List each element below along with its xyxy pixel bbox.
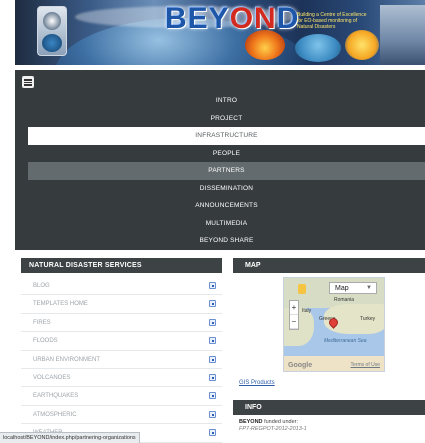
list-item-label: TEMPLATES HOME xyxy=(33,301,88,308)
expand-icon[interactable] xyxy=(209,410,216,418)
header-banner: BEYOND Building a Centre of Excellence f… xyxy=(15,0,425,65)
map-type-select[interactable]: Map ▼ xyxy=(329,282,377,294)
hamburger-menu-icon[interactable] xyxy=(22,76,34,88)
map-heading: MAP xyxy=(233,258,425,273)
logo[interactable] xyxy=(37,6,67,56)
expand-icon[interactable] xyxy=(209,429,216,437)
map-info-panel: MAP Map ▼ + − Romania Turkey Greece Italy… xyxy=(230,255,425,443)
nav-item-multimedia[interactable]: MULTIMEDIA xyxy=(28,215,425,233)
list-item[interactable]: TEMPLATES HOME xyxy=(21,295,222,314)
site-subtitle: Building a Centre of Excellence for EO-b… xyxy=(297,12,367,30)
services-panel: NATURAL DISASTER SERVICES BLOG TEMPLATES… xyxy=(15,255,222,443)
site-title[interactable]: BEYOND xyxy=(165,2,299,36)
list-item-label: ATMOSPHERIC xyxy=(33,411,77,418)
expand-icon[interactable] xyxy=(209,300,216,308)
map-label: Romania xyxy=(334,297,355,303)
terms-of-use-link[interactable]: Terms of Use xyxy=(351,362,380,368)
pegman-icon[interactable] xyxy=(298,284,306,294)
expand-icon[interactable] xyxy=(209,355,216,363)
gis-products-link[interactable]: GIS Products xyxy=(239,380,275,386)
map-widget[interactable]: Map ▼ + − Romania Turkey Greece Italy Med… xyxy=(283,277,385,372)
expand-icon[interactable] xyxy=(209,282,216,289)
expand-icon[interactable] xyxy=(209,318,216,326)
expand-icon[interactable] xyxy=(209,337,216,345)
list-item-label: EARTHQUAKES xyxy=(33,393,79,400)
globe-emblem-icon xyxy=(42,34,62,52)
services-list: BLOG TEMPLATES HOME FIRES FLOODS URBAN E… xyxy=(21,277,222,443)
nav-item-people[interactable]: PEOPLE xyxy=(28,145,425,163)
list-item-label: FIRES xyxy=(33,319,51,326)
zoom-in-button[interactable]: + xyxy=(290,301,298,315)
list-item[interactable]: URBAN ENVIRONMENT xyxy=(21,351,222,369)
expand-icon[interactable] xyxy=(209,392,216,400)
nav-item-dissemination[interactable]: DISSEMINATION xyxy=(28,180,425,198)
list-item-label: FLOODS xyxy=(33,338,58,345)
info-heading: INFO xyxy=(233,400,425,415)
institute-emblem-icon xyxy=(43,12,61,30)
list-item[interactable]: EARTHQUAKES xyxy=(21,387,222,406)
services-heading: NATURAL DISASTER SERVICES xyxy=(21,258,222,273)
storm-graphic xyxy=(380,5,425,65)
list-item[interactable]: FLOODS xyxy=(21,332,222,351)
nav-item-infrastructure[interactable]: INFRASTRUCTURE xyxy=(28,127,425,145)
main-navigation: INTRO PROJECT INFRASTRUCTURE PEOPLE PART… xyxy=(15,70,425,250)
map-label: Italy xyxy=(302,308,312,314)
list-item[interactable]: VOLCANOES xyxy=(21,369,222,388)
nav-item-project[interactable]: PROJECT xyxy=(28,110,425,128)
nav-item-announcements[interactable]: ANNOUNCEMENTS xyxy=(28,197,425,215)
nav-list: INTRO PROJECT INFRASTRUCTURE PEOPLE PART… xyxy=(28,92,425,250)
sun-icon xyxy=(345,30,379,60)
list-item-label: BLOG xyxy=(33,283,50,289)
zoom-out-button[interactable]: − xyxy=(290,315,298,329)
list-item[interactable]: BLOG xyxy=(21,277,222,296)
nav-item-partners[interactable]: PARTNERS xyxy=(28,162,425,180)
status-bar-url: localhost/BEYOND/index.php/partnering-or… xyxy=(0,432,140,443)
nav-item-beyond-share[interactable]: BEYOND SHARE xyxy=(28,232,425,250)
zoom-control: + − xyxy=(289,300,299,330)
flood-icon xyxy=(295,34,341,62)
list-item-label: URBAN ENVIRONMENT xyxy=(33,356,101,363)
info-text: BEYOND funded under: FP7-REGPOT-2012-201… xyxy=(239,419,307,432)
list-item-label: VOLCANOES xyxy=(33,374,71,381)
nav-item-intro[interactable]: INTRO xyxy=(28,92,425,110)
list-item[interactable]: FIRES xyxy=(21,314,222,333)
google-logo: Google xyxy=(288,362,313,369)
chevron-down-icon: ▼ xyxy=(366,285,372,291)
page: BEYOND Building a Centre of Excellence f… xyxy=(0,0,425,443)
list-item[interactable]: ATMOSPHERIC xyxy=(21,406,222,425)
expand-icon[interactable] xyxy=(209,373,216,381)
map-label: Turkey xyxy=(360,316,376,322)
map-label: Mediterranean Sea xyxy=(324,338,367,344)
